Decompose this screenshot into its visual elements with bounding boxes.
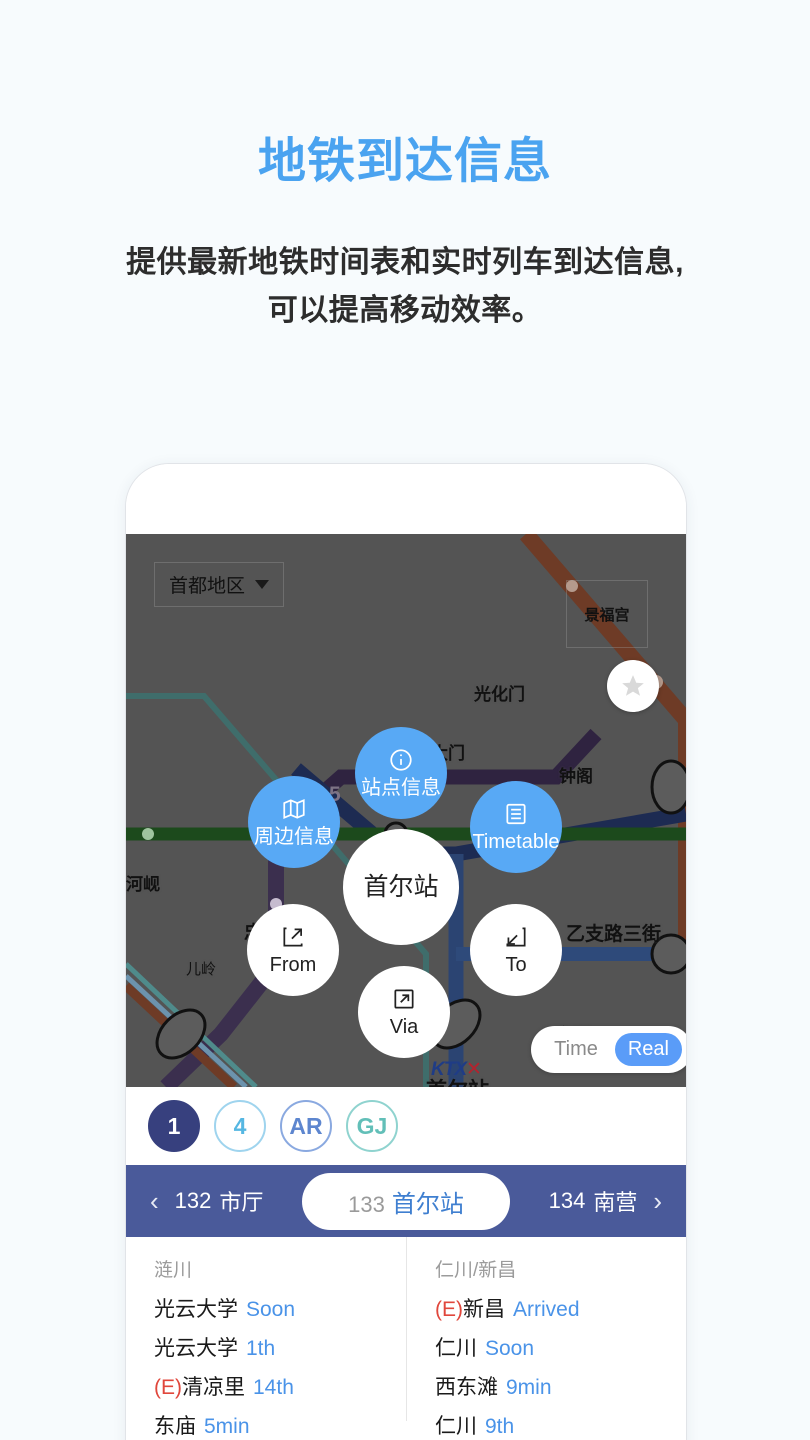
list-icon [503, 801, 529, 827]
current-station-name: 首尔站 [391, 1190, 464, 1218]
arrival-eta: Arrived [513, 1298, 580, 1321]
arrival-row[interactable]: (E)新昌 Arrived [435, 1293, 686, 1323]
arrival-station: 东庙 [154, 1415, 196, 1438]
map-icon [281, 796, 307, 822]
line-badge-ar[interactable]: AR [280, 1100, 332, 1152]
arrivals-column-left: 涟川 光云大学 Soon 光云大学 1th (E)清凉里 14th 东庙 5min (E… [126, 1237, 406, 1438]
bubble-label: 周边信息 [254, 826, 334, 848]
phone-status-area [126, 464, 686, 534]
region-selector[interactable]: 首都地区 [154, 562, 285, 607]
arrivals-panel: 涟川 光云大学Soon 光云大学1th (E)清凉里14th 东庙5min (E… [126, 1237, 686, 1438]
prev-station-group[interactable]: ‹ 132 市厅 [142, 1185, 263, 1217]
current-station-number: 133 [348, 1191, 385, 1217]
prev-station-number: 132 [174, 1188, 212, 1213]
realtime-toggle[interactable]: Time Real [531, 1026, 686, 1073]
arrival-row[interactable]: 仁川 9th [435, 1410, 686, 1440]
line-badge-4[interactable]: 4 [214, 1100, 266, 1152]
arrival-row[interactable]: (E)清凉里 14th [154, 1371, 406, 1401]
arrival-station: 光云大学 [154, 1298, 238, 1321]
direction-label: 涟川 [154, 1260, 193, 1281]
arrow-up-right-icon [280, 924, 306, 950]
map-station-label: 钟阁 [559, 767, 593, 786]
map-hidden-label: 景福宫 [584, 606, 630, 624]
current-station-pill[interactable]: 133 首尔站 [302, 1172, 510, 1230]
arrival-station: 仁川 [435, 1337, 477, 1360]
express-marker: (E) [435, 1298, 463, 1321]
bubble-nearby-info[interactable]: 周边信息 [248, 776, 340, 868]
station-navigation-bar: ‹ 132 市厅 133 首尔站 134 南营 › [126, 1165, 686, 1237]
chevron-left-icon[interactable]: ‹ [142, 1186, 167, 1217]
line-badge-gj[interactable]: GJ [346, 1100, 398, 1152]
map-station-label: 乙支路三街 [566, 924, 662, 945]
arrival-station: 清凉里 [182, 1376, 245, 1399]
arrival-eta: 9min [506, 1376, 552, 1399]
bubble-to[interactable]: To [470, 904, 562, 996]
prev-station-name: 市厅 [219, 1190, 264, 1215]
region-selector-label: 首都地区 [169, 576, 246, 597]
bubble-label: From [269, 954, 317, 976]
arrival-station: 新昌 [463, 1298, 505, 1321]
next-station-number: 134 [548, 1188, 586, 1213]
arrival-row[interactable]: 仁川 Soon [435, 1332, 686, 1362]
subtitle-line-2: 可以提高移动效率。 [267, 294, 543, 328]
ktx-logo-text: KTX [431, 1059, 467, 1080]
info-icon [388, 747, 414, 773]
arrival-row[interactable]: 东庙 5min [154, 1410, 406, 1440]
express-marker: (E) [154, 1376, 182, 1399]
line-selector: 1 4 AR GJ [126, 1087, 686, 1165]
arrival-station: 仁川 [435, 1415, 477, 1438]
chevron-right-icon[interactable]: › [645, 1186, 670, 1217]
chevron-down-icon [255, 580, 270, 589]
bubble-station-info[interactable]: 站点信息 [355, 727, 447, 819]
phone-mockup: 景福宫 首都地区 光化门 西大门 钟阁 忠正路 乙支路三街 河岘 儿岭 首尔站 … [125, 463, 687, 1440]
page-title: 地铁到达信息 [257, 135, 552, 188]
arrivals-column-right: 仁川/新昌 (E)新昌 Arrived 仁川 Soon 西东滩 9min 仁川 9th [406, 1237, 686, 1438]
promo-page: 地铁到达信息 提供最新地铁时间表和实时列车到达信息, 可以提高移动效率。 景福宫… [0, 0, 810, 1440]
bubble-from[interactable]: From [247, 904, 339, 996]
arrival-eta: 5min [204, 1415, 250, 1438]
map-station-label: 河岘 [126, 875, 160, 894]
line-badge-1[interactable]: 1 [148, 1100, 200, 1152]
next-station-name: 南营 [593, 1190, 638, 1215]
bubble-label: Via [389, 1016, 419, 1038]
page-subtitle: 提供最新地铁时间表和实时列车到达信息, 可以提高移动效率。 [0, 239, 810, 336]
arrival-station: 光云大学 [154, 1337, 238, 1360]
bubble-label: 首尔站 [363, 872, 439, 901]
favorite-star-button[interactable] [607, 660, 659, 712]
map-overlay-box: 景福宫 [566, 580, 648, 648]
ktx-logo: KTX✕ [431, 1058, 482, 1081]
arrival-eta: 9th [485, 1415, 515, 1438]
map-station-label: 光化门 [474, 685, 525, 704]
headline-block: 地铁到达信息 提供最新地铁时间表和实时列车到达信息, 可以提高移动效率。 [0, 135, 810, 336]
star-icon [622, 675, 644, 696]
arrival-row[interactable]: 西东滩 9min [435, 1371, 686, 1401]
arrival-eta: Soon [246, 1298, 296, 1321]
bubble-timetable[interactable]: Timetable [470, 781, 562, 873]
arrival-eta: Soon [485, 1337, 535, 1360]
arrow-diagonal-icon [391, 986, 417, 1012]
toggle-option-time[interactable]: Time [541, 1033, 611, 1066]
bubble-via[interactable]: Via [358, 966, 450, 1058]
bubble-selected-station[interactable]: 首尔站 [343, 829, 459, 945]
arrival-row[interactable]: 光云大学 1th [154, 1332, 406, 1362]
arrow-down-left-icon [503, 924, 529, 950]
arrival-eta: 14th [253, 1376, 294, 1399]
arrival-row[interactable]: 光云大学 Soon [154, 1293, 406, 1323]
bubble-label: Timetable [472, 831, 560, 853]
bubble-label: To [505, 954, 527, 976]
arrival-station: 西东滩 [435, 1376, 498, 1399]
ktx-logo-slash: ✕ [466, 1059, 482, 1080]
arrival-eta: 1th [246, 1337, 276, 1360]
subway-map[interactable]: 景福宫 首都地区 光化门 西大门 钟阁 忠正路 乙支路三街 河岘 儿岭 首尔站 … [126, 534, 686, 1087]
subtitle-line-1: 提供最新地铁时间表和实时列车到达信息, [126, 245, 684, 279]
direction-label: 仁川/新昌 [435, 1260, 517, 1281]
toggle-option-real[interactable]: Real [614, 1033, 682, 1066]
bubble-label: 站点信息 [361, 777, 441, 799]
next-station-group[interactable]: 134 南营 › [549, 1185, 670, 1217]
map-station-label: 儿岭 [186, 961, 217, 978]
